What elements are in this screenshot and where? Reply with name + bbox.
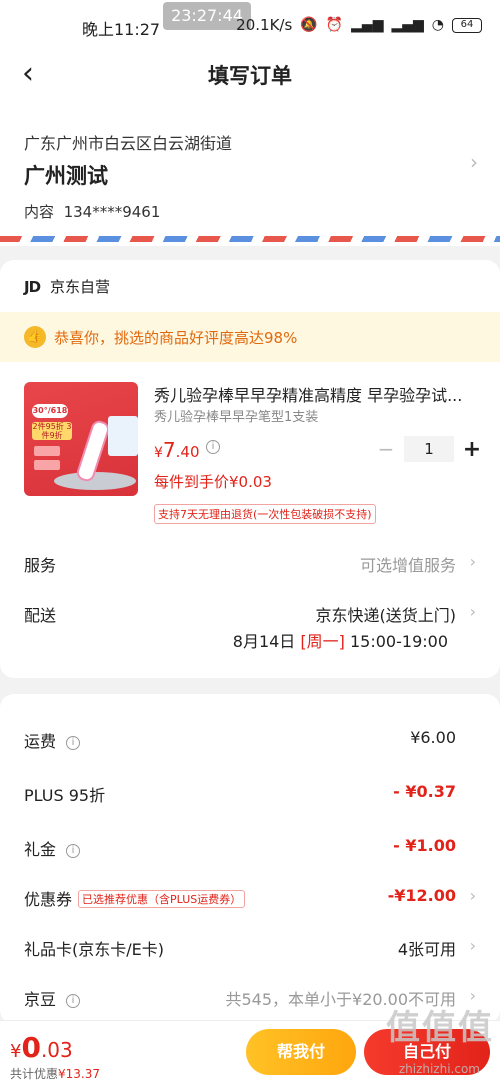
- discount-value: ¥13.37: [58, 1067, 101, 1081]
- minus-button[interactable]: −: [374, 437, 398, 461]
- delivery-schedule: 8月14日 [周一] 15:00-19:00: [233, 628, 448, 652]
- chevron-right-icon: ›: [469, 886, 476, 905]
- service-label: 服务: [24, 556, 57, 575]
- address-card[interactable]: 广东广州市白云区白云湖街道 广州测试 内容 134****9461 ›: [0, 98, 500, 246]
- image-tag-618: 30°/618: [32, 404, 68, 418]
- praise-banner: 👍 恭喜你，挑选的商品好评度高达98%: [0, 312, 500, 362]
- giftcard-label: 礼品卡(京东卡/E卡): [24, 940, 164, 959]
- jingdou-label: 京豆: [24, 990, 57, 1009]
- delivery-row[interactable]: 配送 京东快递(送货上门) › 8月14日 [周一] 15:00-19:00: [24, 602, 476, 652]
- total-int: 0: [21, 1031, 41, 1064]
- delivery-method: 京东快递(送货上门): [315, 606, 457, 625]
- praise-text: 恭喜你，挑选的商品好评度高达98%: [54, 328, 298, 347]
- coupon-tag: 已选推荐优惠（含PLUS运费券）: [78, 890, 246, 908]
- price-dec: .40: [175, 443, 200, 461]
- net-speed: 20.1K/s: [236, 16, 293, 34]
- total-dec: .03: [40, 1038, 73, 1062]
- shipping-label: 运费: [24, 732, 57, 751]
- wifi-icon: ◔: [431, 17, 444, 33]
- gift-value: - ¥1.00: [393, 836, 456, 855]
- image-podium: [54, 472, 136, 490]
- delivery-time: 15:00-19:00: [350, 632, 448, 651]
- recipient-contact: 内容 134****9461: [24, 201, 160, 222]
- shop-name: 京东自营: [50, 278, 111, 296]
- plus-label: PLUS 95折: [24, 786, 106, 805]
- image-tag-discount: 2件95折 3件9折: [32, 422, 72, 440]
- price-symbol: ¥: [154, 445, 163, 461]
- battery-icon: 64: [452, 17, 482, 33]
- jd-logo: JD: [24, 277, 41, 296]
- page-title: 填写订单: [208, 64, 292, 88]
- nav-bar: ‹ 填写订单: [0, 52, 500, 98]
- mute-icon: 🔕: [300, 17, 318, 33]
- chevron-right-icon: ›: [469, 552, 476, 571]
- quantity-stepper: − 1 +: [374, 436, 484, 462]
- delivery-date: 8月14日: [232, 632, 296, 651]
- giftcard-value: 4张可用: [397, 940, 456, 959]
- alarm-icon: ⏰: [325, 17, 344, 33]
- help-pay-button[interactable]: 帮我付: [246, 1029, 356, 1075]
- chevron-right-icon: ›: [469, 602, 476, 621]
- image-decor: [34, 460, 60, 470]
- shipping-value: ¥6.00: [410, 728, 456, 747]
- chevron-right-icon: ›: [469, 936, 476, 955]
- discount-label: 共计优惠: [10, 1067, 59, 1081]
- product-title[interactable]: 秀儿验孕棒早早孕精准高精度 早孕验孕试...: [154, 382, 476, 406]
- gift-label: 礼金: [24, 840, 57, 859]
- recipient-phone: 134****9461: [63, 203, 161, 221]
- chevron-right-icon: ›: [470, 150, 478, 174]
- price-int: 7: [162, 438, 176, 462]
- coupon-value: -¥12.00: [387, 886, 456, 905]
- airmail-border: [0, 236, 500, 242]
- quantity-input[interactable]: 1: [404, 436, 454, 462]
- thumbs-up-icon: 👍: [24, 326, 46, 348]
- signal-icon: ▂▄▆: [351, 17, 384, 33]
- coupon-label: 优惠券: [24, 890, 73, 909]
- contact-label: 内容: [24, 203, 55, 221]
- fees-card: 运费 i ¥6.00 PLUS 95折 - ¥0.37 礼金 i - ¥1.00 优…: [0, 694, 500, 1024]
- unit-price: 每件到手价¥0.03: [154, 473, 272, 491]
- watermark-url: zhizhizhi.com: [398, 1062, 480, 1076]
- product-image[interactable]: 30°/618 2件95折 3件9折: [24, 382, 138, 496]
- product-box-graphic: [108, 416, 138, 456]
- service-value: 可选增值服务: [359, 556, 456, 575]
- delivery-label: 配送: [24, 606, 57, 625]
- delivery-weekday: [周一]: [300, 632, 345, 651]
- price-info-icon[interactable]: i: [206, 440, 220, 454]
- plus-button[interactable]: +: [460, 437, 484, 462]
- info-icon[interactable]: i: [66, 844, 81, 858]
- signal-2-icon: ▂▄▆: [391, 17, 424, 33]
- image-decor: [34, 446, 60, 456]
- recipient-name: 广州测试: [24, 164, 108, 188]
- plus-value: - ¥0.37: [393, 782, 456, 801]
- total-symbol: ¥: [10, 1041, 22, 1062]
- total-discount: 共计优惠¥13.37: [10, 1065, 100, 1082]
- info-icon[interactable]: i: [66, 994, 81, 1008]
- total-price: ¥0.03: [10, 1031, 73, 1064]
- status-bar: 晚上11:27 23:27:44 20.1K/s 🔕 ⏰ ▂▄▆ ▂▄▆ ◔ 6…: [0, 0, 500, 52]
- info-icon[interactable]: i: [66, 736, 81, 750]
- order-card: JD 京东自营 👍 恭喜你，挑选的商品好评度高达98% 30°/618 2件95…: [0, 260, 500, 678]
- address-region: 广东广州市白云区白云湖街道: [24, 134, 233, 153]
- watermark-logo: 值值值: [386, 1008, 494, 1048]
- return-policy-badge: 支持7天无理由退货(一次性包装破损不支持): [154, 504, 376, 524]
- shop-header: JD 京东自营: [24, 276, 110, 297]
- product-price: ¥7.40: [154, 438, 200, 462]
- product-spec: 秀儿验孕棒早早孕笔型1支装: [154, 410, 319, 425]
- status-time: 晚上11:27: [82, 20, 161, 39]
